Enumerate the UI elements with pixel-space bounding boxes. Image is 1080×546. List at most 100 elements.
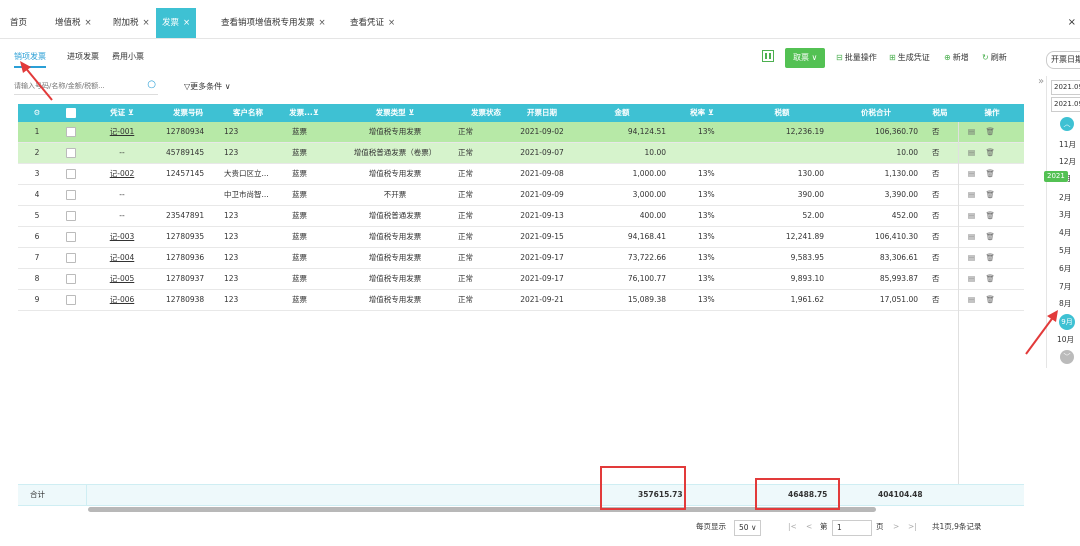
refresh-button[interactable]: ↻ 刷新 <box>982 48 1007 68</box>
month-item[interactable]: 11月 <box>1059 139 1076 150</box>
month-item[interactable]: 7月 <box>1059 281 1071 292</box>
row-checkbox[interactable] <box>56 122 86 142</box>
cell-voucher[interactable]: 记-004 <box>86 248 158 268</box>
month-item[interactable]: 6月 <box>1059 263 1071 274</box>
more-conditions-button[interactable]: ▽更多条件 ∨ <box>184 81 231 92</box>
header-invoice-kind[interactable]: 发票...⊻ <box>278 104 330 122</box>
start-date-field[interactable]: 2021.09 <box>1051 80 1080 95</box>
cell-no: 8 <box>34 274 40 283</box>
close-all-icon[interactable]: × <box>1068 8 1076 38</box>
chevron-down-icon[interactable]: ﹀ <box>1060 350 1074 364</box>
edit-icon[interactable]: ▤ <box>968 253 975 262</box>
delete-icon[interactable]: 🗑 <box>983 169 995 178</box>
tab-view-voucher[interactable]: 查看凭证 × <box>350 8 395 38</box>
generate-voucher-button[interactable]: ⊞ 生成凭证 <box>889 48 930 68</box>
delete-icon[interactable]: 🗑 <box>983 295 995 304</box>
filter-icon[interactable]: ⊻ <box>128 108 134 117</box>
header-voucher[interactable]: 凭证 ⊻ <box>86 104 158 122</box>
table-row[interactable]: 2 -- 45789145 123 蓝票 增值税普通发票（卷票） 正常 2021-09-07 1… <box>18 143 1024 164</box>
filter-icon[interactable]: ⊻ <box>708 108 714 117</box>
close-icon[interactable]: × <box>319 18 326 28</box>
edit-icon[interactable]: ▤ <box>968 190 975 199</box>
prev-page-icon[interactable]: < <box>806 518 812 536</box>
edit-icon[interactable]: ▤ <box>968 232 975 241</box>
fetch-invoice-button[interactable]: 取票 ∨ <box>785 48 826 68</box>
row-checkbox[interactable] <box>56 185 86 205</box>
row-checkbox[interactable] <box>56 248 86 268</box>
tab-home[interactable]: 首页 <box>10 8 27 38</box>
table-row[interactable]: 4 -- 中卫市尚智... 蓝票 不开票 正常 2021-09-09 3,000.00 13% 3… <box>18 185 1024 206</box>
cell-voucher[interactable]: 记-005 <box>86 269 158 289</box>
table-row[interactable]: 8 记-005 12780937 123 蓝票 增值税专用发票 正常 2021-09-17 76… <box>18 269 1024 290</box>
tab-view-output-vat-invoice[interactable]: 查看销项增值税专用发票 × <box>221 8 326 38</box>
month-item[interactable]: 4月 <box>1059 227 1071 238</box>
end-date-field[interactable]: 2021.09 <box>1051 97 1080 112</box>
month-item[interactable]: 12月 <box>1059 156 1076 167</box>
edit-icon[interactable]: ▤ <box>968 148 975 157</box>
cell-kind: 蓝票 <box>292 127 307 136</box>
month-item[interactable]: 8月 <box>1059 298 1071 309</box>
delete-icon[interactable]: 🗑 <box>983 127 995 136</box>
per-page-select[interactable]: 50 ∨ <box>734 520 762 536</box>
delete-icon[interactable]: 🗑 <box>983 148 995 157</box>
delete-icon[interactable]: 🗑 <box>983 232 995 241</box>
next-page-icon[interactable]: > <box>893 518 899 536</box>
table-row[interactable]: 7 记-004 12780936 123 蓝票 增值税专用发票 正常 2021-09-17 73… <box>18 248 1024 269</box>
search-icon[interactable]: ○ <box>147 79 156 90</box>
month-item[interactable]: 5月 <box>1059 245 1071 256</box>
settings-icon[interactable]: ⚙ <box>18 104 56 122</box>
first-page-icon[interactable]: |< <box>788 518 797 536</box>
cell-voucher[interactable]: 记-003 <box>86 227 158 247</box>
row-checkbox[interactable] <box>56 164 86 184</box>
delete-icon[interactable]: 🗑 <box>983 274 995 283</box>
last-page-icon[interactable]: >| <box>908 518 917 536</box>
cell-amount: 73,722.66 <box>627 253 666 262</box>
table-row[interactable]: 1 记-001 12780934 123 蓝票 增值税专用发票 正常 2021-09-02 94… <box>18 122 1024 143</box>
delete-icon[interactable]: 🗑 <box>983 211 995 220</box>
edit-icon[interactable]: ▤ <box>968 127 975 136</box>
page-input[interactable]: 1 <box>832 520 872 536</box>
tab-vat[interactable]: 增值税 × <box>55 8 92 38</box>
tab-surtax[interactable]: 附加税 × <box>113 8 150 38</box>
cell-kind: 蓝票 <box>292 190 307 199</box>
delete-icon[interactable]: 🗑 <box>983 190 995 199</box>
cell-voucher[interactable]: 记-002 <box>86 164 158 184</box>
edit-icon[interactable]: ▤ <box>968 211 975 220</box>
add-button[interactable]: ⊕ 新增 <box>944 48 969 68</box>
batch-operation-button[interactable]: ⊟ 批量操作 <box>836 48 877 68</box>
select-all-checkbox[interactable] <box>56 104 86 122</box>
edit-icon[interactable]: ▤ <box>968 295 975 304</box>
table-row[interactable]: 6 记-003 12780935 123 蓝票 增值税专用发票 正常 2021-09-15 94… <box>18 227 1024 248</box>
table-row[interactable]: 9 记-006 12780938 123 蓝票 增值税专用发票 正常 2021-09-21 15… <box>18 290 1024 311</box>
row-checkbox[interactable] <box>56 227 86 247</box>
month-item[interactable]: 3月 <box>1059 209 1071 220</box>
row-checkbox[interactable] <box>56 290 86 310</box>
cell-voucher[interactable]: 记-006 <box>86 290 158 310</box>
invoice-date-button[interactable]: 开票日期 <box>1046 51 1080 69</box>
close-icon[interactable]: × <box>143 18 150 28</box>
close-icon[interactable]: × <box>85 18 92 28</box>
selected-month[interactable]: 9月 <box>1059 314 1075 330</box>
edit-icon[interactable]: ▤ <box>968 274 975 283</box>
header-tax-rate[interactable]: 税率 ⊻ <box>672 104 732 122</box>
edit-icon[interactable]: ▤ <box>968 169 975 178</box>
row-actions: ▤ 🗑 <box>968 248 1018 268</box>
month-item[interactable]: 2月 <box>1059 192 1071 203</box>
delete-icon[interactable]: 🗑 <box>983 253 995 262</box>
chevron-up-icon[interactable]: ︿ <box>1060 117 1074 131</box>
header-invoice-type[interactable]: 发票类型 ⊻ <box>330 104 460 122</box>
table-row[interactable]: 3 记-002 12457145 大贵口区立... 蓝票 增值税专用发票 正常 2021-09… <box>18 164 1024 185</box>
close-icon[interactable]: × <box>183 18 190 28</box>
checkbox <box>66 232 76 242</box>
filter-icon[interactable]: ⊻ <box>408 108 414 117</box>
cell-voucher[interactable]: 记-001 <box>86 122 158 142</box>
close-icon[interactable]: × <box>388 18 395 28</box>
row-checkbox[interactable] <box>56 143 86 163</box>
row-checkbox[interactable] <box>56 206 86 226</box>
table-row[interactable]: 5 -- 23547891 123 蓝票 增值税普通发票 正常 2021-09-13 400.0… <box>18 206 1024 227</box>
column-divider <box>958 122 959 494</box>
row-checkbox[interactable] <box>56 269 86 289</box>
expand-panel-icon[interactable]: » <box>1038 76 1044 87</box>
tab-invoice[interactable]: 发票 × <box>156 8 197 38</box>
filter-icon[interactable]: ⊻ <box>313 108 319 117</box>
